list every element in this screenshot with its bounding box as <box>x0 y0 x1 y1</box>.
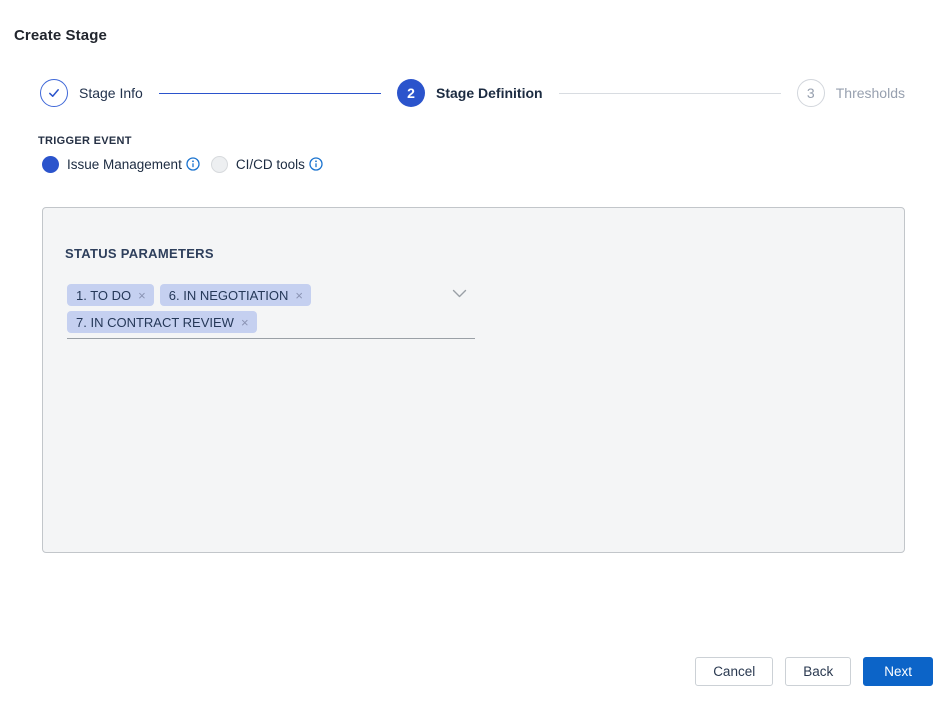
trigger-event-options: Issue Management CI/CD tools <box>42 155 323 173</box>
stepper: Stage Info 2 Stage Definition 3 Threshol… <box>40 79 905 107</box>
step-stage-definition[interactable]: 2 Stage Definition <box>397 79 543 107</box>
info-icon[interactable] <box>186 157 200 171</box>
step-label: Stage Definition <box>436 85 543 101</box>
status-parameters-panel: STATUS PARAMETERS 1. TO DO×6. IN NEGOTIA… <box>42 207 905 553</box>
trigger-event-label: TRIGGER EVENT <box>38 135 132 147</box>
radio-unselected-icon[interactable] <box>211 156 228 173</box>
info-icon[interactable] <box>309 157 323 171</box>
radio-label: CI/CD tools <box>236 157 305 172</box>
status-chip-label: 7. IN CONTRACT REVIEW <box>76 315 234 330</box>
chevron-down-icon[interactable] <box>452 289 467 299</box>
radio-label: Issue Management <box>67 157 182 172</box>
page-title: Create Stage <box>14 27 107 44</box>
status-multiselect[interactable]: 1. TO DO×6. IN NEGOTIATION×7. IN CONTRAC… <box>67 282 475 339</box>
cancel-button[interactable]: Cancel <box>695 657 773 686</box>
next-button[interactable]: Next <box>863 657 933 686</box>
back-button[interactable]: Back <box>785 657 851 686</box>
status-chip-list: 1. TO DO×6. IN NEGOTIATION×7. IN CONTRAC… <box>67 284 441 333</box>
status-chip[interactable]: 6. IN NEGOTIATION × <box>160 284 311 306</box>
step-connector <box>159 93 381 94</box>
remove-chip-icon[interactable]: × <box>138 289 146 302</box>
remove-chip-icon[interactable]: × <box>295 289 303 302</box>
step-label: Stage Info <box>79 85 143 101</box>
status-chip[interactable]: 7. IN CONTRACT REVIEW × <box>67 311 257 333</box>
remove-chip-icon[interactable]: × <box>241 316 249 329</box>
footer-actions: Cancel Back Next <box>695 657 933 686</box>
step-number: 3 <box>797 79 825 107</box>
create-stage-dialog: Create Stage Stage Info 2 Stage Definiti… <box>0 0 947 703</box>
status-parameters-title: STATUS PARAMETERS <box>65 246 214 261</box>
status-chip-label: 6. IN NEGOTIATION <box>169 288 289 303</box>
status-chip[interactable]: 1. TO DO × <box>67 284 154 306</box>
check-icon <box>40 79 68 107</box>
step-stage-info[interactable]: Stage Info <box>40 79 143 107</box>
radio-issue-management[interactable]: Issue Management <box>42 156 200 173</box>
step-thresholds[interactable]: 3 Thresholds <box>797 79 905 107</box>
step-connector <box>559 93 781 94</box>
step-label: Thresholds <box>836 85 905 101</box>
radio-selected-icon[interactable] <box>42 156 59 173</box>
step-number: 2 <box>397 79 425 107</box>
radio-cicd-tools[interactable]: CI/CD tools <box>211 156 323 173</box>
status-chip-label: 1. TO DO <box>76 288 131 303</box>
